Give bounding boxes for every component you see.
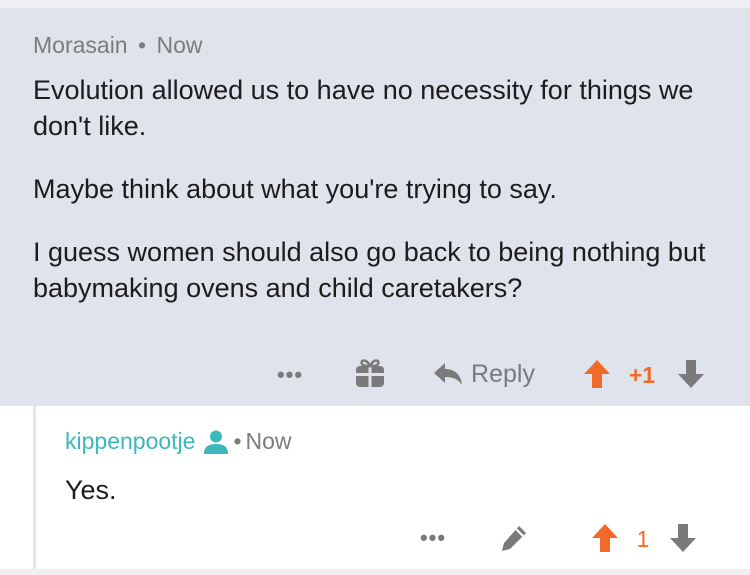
comment-paragraph: Maybe think about what you're trying to … xyxy=(33,174,557,204)
upvote-arrow-icon xyxy=(584,360,610,388)
edit-button[interactable] xyxy=(497,521,531,555)
upvote-button[interactable] xyxy=(590,522,620,554)
downvote-arrow-icon xyxy=(670,524,696,552)
op-user-icon xyxy=(204,430,229,454)
comment-paragraph: I guess women should also go back to bei… xyxy=(33,237,706,303)
more-options-label: ••• xyxy=(276,362,304,387)
pencil-icon xyxy=(502,526,526,551)
reply-arrow-icon xyxy=(434,363,463,385)
reply-button[interactable]: Reply xyxy=(428,356,540,392)
meta-separator: • xyxy=(233,428,242,454)
thread-line[interactable] xyxy=(33,406,36,575)
parent-comment: Morasain • Now Evolution allowed us to h… xyxy=(0,8,750,406)
give-award-button[interactable] xyxy=(353,356,387,390)
reply-label: Reply xyxy=(471,359,535,388)
comment-meta: Morasain • Now xyxy=(33,32,202,59)
bottom-divider xyxy=(0,569,750,575)
comment-author[interactable]: Morasain xyxy=(33,32,128,58)
more-options-label: ••• xyxy=(419,525,447,550)
vote-score-value: +1 xyxy=(628,361,656,388)
comment-author[interactable]: kippenpootje xyxy=(65,428,195,455)
upvote-button[interactable] xyxy=(582,358,612,390)
downvote-button[interactable] xyxy=(676,358,706,390)
vote-score: 1 xyxy=(630,524,656,554)
more-options-button[interactable]: ••• xyxy=(415,523,451,553)
more-options-button[interactable]: ••• xyxy=(272,360,308,390)
top-divider xyxy=(0,0,750,8)
comment-meta: kippenpootje • Now xyxy=(65,428,292,455)
gift-icon xyxy=(356,359,384,387)
vote-score-value: 1 xyxy=(636,525,650,552)
upvote-arrow-icon xyxy=(592,524,618,552)
downvote-button[interactable] xyxy=(668,522,698,554)
comment-time: Now xyxy=(156,32,203,58)
comment-body: Yes. xyxy=(65,475,117,505)
comment-time: Now xyxy=(245,428,292,454)
comment-paragraph: Evolution allowed us to have no necessit… xyxy=(33,75,694,141)
downvote-arrow-icon xyxy=(678,360,704,388)
vote-score: +1 xyxy=(624,360,660,390)
meta-separator: • xyxy=(138,32,147,58)
